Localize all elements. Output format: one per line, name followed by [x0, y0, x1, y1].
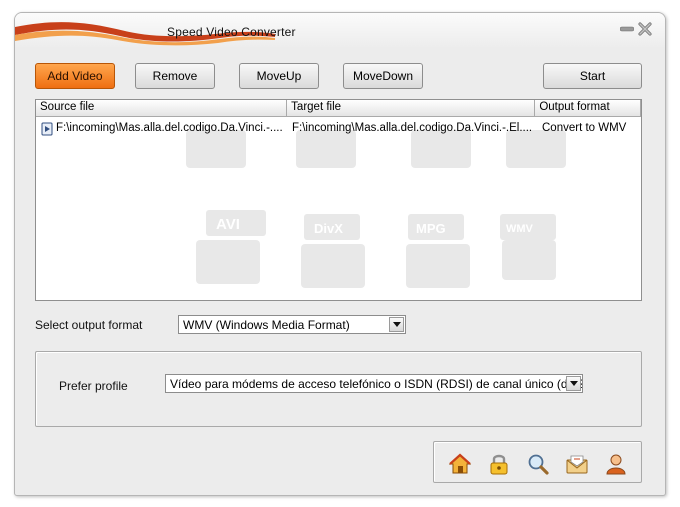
add-video-button[interactable]: Add Video: [35, 63, 115, 89]
column-target-file[interactable]: Target file: [287, 100, 536, 117]
mail-icon[interactable]: [565, 452, 589, 476]
start-button[interactable]: Start: [543, 63, 642, 89]
prefer-profile-label: Prefer profile: [59, 379, 128, 393]
watermark-avi: AVI: [216, 216, 240, 233]
bottom-toolbar: [433, 441, 642, 483]
output-format-label: Select output format: [35, 318, 143, 332]
video-file-icon: [40, 121, 54, 140]
home-icon[interactable]: [448, 452, 472, 476]
move-down-button[interactable]: MoveDown: [343, 63, 423, 89]
file-list[interactable]: Source file Target file Output format AV: [35, 99, 642, 301]
close-button[interactable]: [637, 22, 653, 36]
row-target-file: F:\incoming\Mas.alla.del.codigo.Da.Vinci…: [292, 122, 533, 134]
move-up-button[interactable]: MoveUp: [239, 63, 319, 89]
remove-button[interactable]: Remove: [135, 63, 215, 89]
chevron-down-icon: [389, 317, 404, 332]
profile-value: Vídeo para módems de acceso telefónico o…: [170, 377, 582, 391]
profile-select[interactable]: Vídeo para módems de acceso telefónico o…: [165, 374, 583, 393]
profile-group: Prefer profile Vídeo para módems de acce…: [35, 351, 642, 427]
row-output-format: Convert to WMV: [542, 122, 627, 134]
output-format-select[interactable]: WMV (Windows Media Format): [178, 315, 406, 334]
format-watermark: AVI DivX MPG WMV: [186, 130, 566, 288]
chevron-down-icon: [566, 376, 581, 391]
watermark-wmv: WMV: [506, 223, 534, 235]
minimize-icon: [620, 26, 634, 32]
output-format-value: WMV (Windows Media Format): [183, 318, 350, 332]
title-bar[interactable]: Speed Video Converter: [15, 13, 665, 49]
close-icon: [638, 22, 652, 36]
user-icon[interactable]: [604, 452, 628, 476]
watermark-mpg: MPG: [416, 221, 446, 236]
table-row[interactable]: F:\incoming\Mas.alla.del.codigo.Da.Vinci…: [36, 120, 641, 138]
row-source-file: F:\incoming\Mas.alla.del.codigo.Da.Vinci…: [56, 122, 283, 134]
minimize-button[interactable]: [619, 22, 635, 36]
file-list-header: Source file Target file Output format: [36, 100, 641, 117]
app-window: Speed Video Converter Add Video Remove M…: [14, 12, 666, 496]
column-source-file[interactable]: Source file: [36, 100, 288, 117]
watermark-divx: DivX: [314, 221, 343, 236]
search-icon[interactable]: [526, 452, 550, 476]
column-output-format[interactable]: Output format: [535, 100, 641, 117]
lock-icon[interactable]: [487, 452, 511, 476]
window-title: Speed Video Converter: [167, 25, 296, 39]
